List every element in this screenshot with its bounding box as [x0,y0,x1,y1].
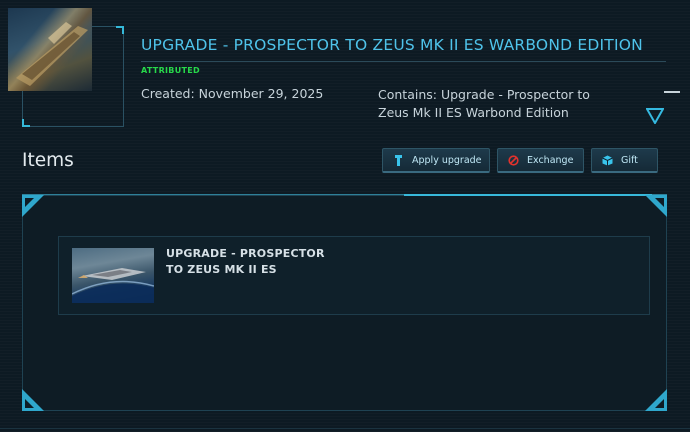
item-name: UPGRADE - PROSPECTOR TO ZEUS MK II ES [166,247,325,276]
created-date: Created: November 29, 2025 [141,86,324,101]
corner-accent-top-left [22,195,44,217]
contains-text: Contains: Upgrade - Prospector to Zeus M… [378,87,590,120]
corner-accent-bottom-right [645,389,667,411]
apply-upgrade-button[interactable]: Apply upgrade [382,148,490,173]
item-thumbnail [72,248,154,303]
minimize-icon[interactable] [664,91,680,93]
exchange-button[interactable]: Exchange [497,148,584,173]
expand-icon[interactable] [646,108,664,124]
status-badge: ATTRIBUTED [141,66,200,75]
corner-accent-bottom-left [22,389,44,411]
gift-icon [602,155,613,165]
exchange-icon [508,154,519,166]
apply-upgrade-label: Apply upgrade [412,154,482,166]
title-divider [141,61,666,62]
pledge-thumbnail[interactable] [8,8,92,91]
page-bottom-divider [0,428,690,429]
gift-button[interactable]: Gift [591,148,658,173]
exchange-label: Exchange [527,154,574,166]
corner-accent-top-right [645,195,667,217]
panel-top-accent [404,194,652,196]
pledge-title: UPGRADE - PROSPECTOR TO ZEUS MK II ES WA… [141,36,643,54]
gift-label: Gift [621,154,638,166]
items-heading: Items [22,150,74,171]
wrench-icon [395,154,402,166]
